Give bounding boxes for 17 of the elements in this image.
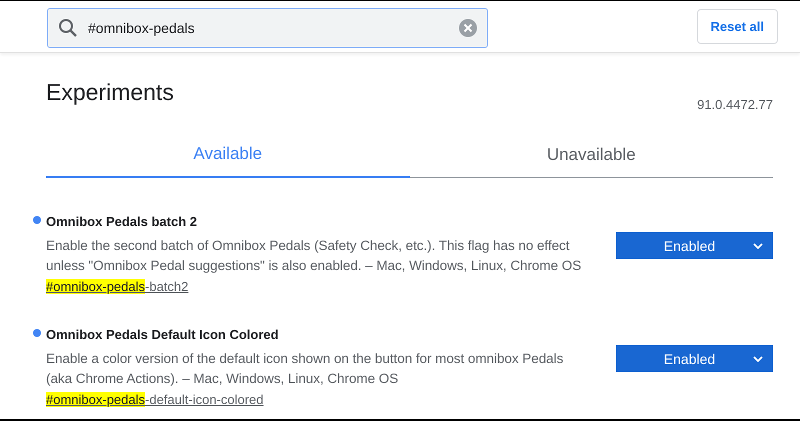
- search-field[interactable]: #omnibox-pedals: [47, 8, 488, 48]
- reset-all-button[interactable]: Reset all: [696, 9, 778, 44]
- flag-description: Enable a color version of the default icon shown on the button for most omnibox Pedals (aka Chrome Actions). – Mac, Windows, Linux, Chrome OS: [46, 350, 564, 388]
- chevron-icon: [753, 242, 763, 248]
- flag-dropdown[interactable]: Enabled: [616, 232, 773, 259]
- search-icon: [58, 18, 78, 38]
- flag-description: Enable the second batch of Omnibox Pedals (Safety Check, etc.). This flag has no effect unless "Omnibox Pedal suggestions" is also enabled. – Mac, Windows, Linux, Chrome OS: [46, 237, 582, 275]
- flag-name: Omnibox Pedals batch 2: [46, 214, 197, 229]
- clear-icon[interactable]: [459, 18, 477, 36]
- flag-link[interactable]: #omnibox-pedals-default-icon-colored: [46, 392, 264, 407]
- chevron-icon: [753, 356, 763, 362]
- tab[interactable]: Available: [46, 132, 410, 178]
- tab[interactable]: Unavailable: [410, 132, 773, 178]
- flag-name: Omnibox Pedals Default Icon Colored: [46, 327, 279, 342]
- page-title: Experiments: [46, 79, 174, 106]
- flag-dropdown[interactable]: Enabled: [616, 345, 773, 372]
- version-label: 91.0.4472.77: [697, 97, 773, 112]
